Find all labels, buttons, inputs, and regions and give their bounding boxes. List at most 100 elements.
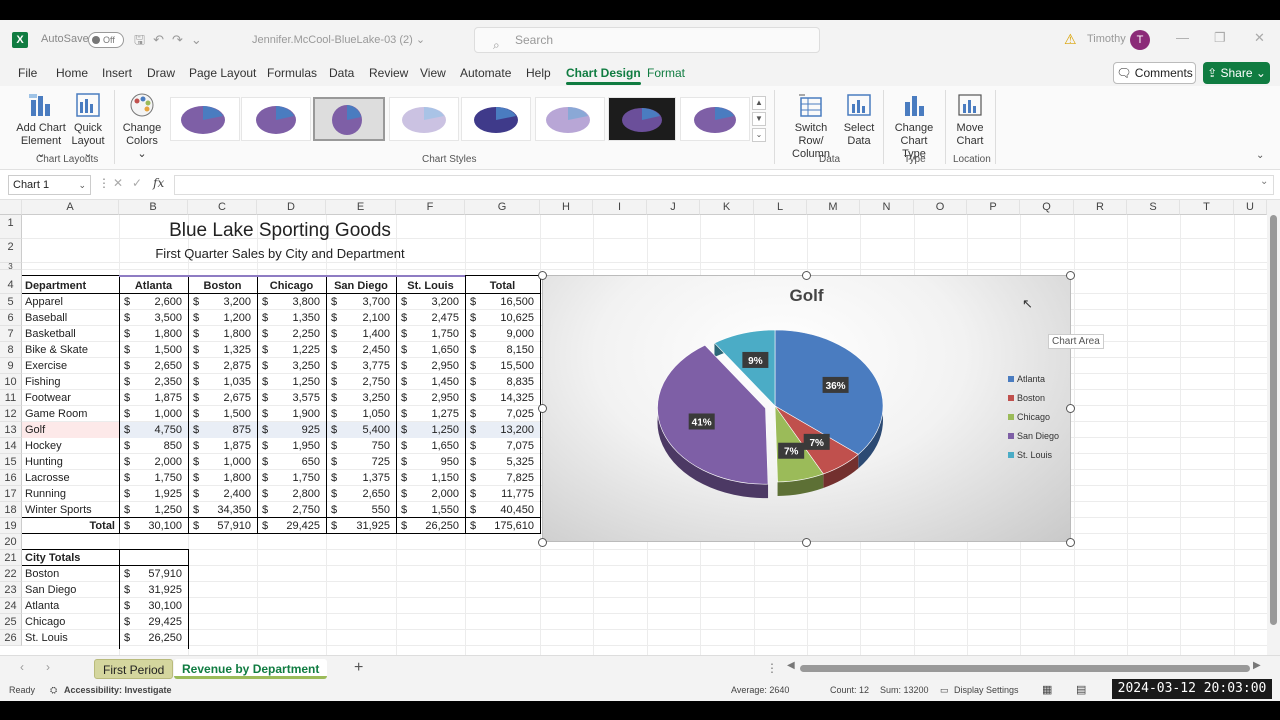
column-header[interactable]: L [754, 200, 807, 215]
status-count[interactable]: Count: 12 [830, 685, 869, 695]
table-cell[interactable]: 5,325 [479, 454, 538, 470]
change-chart-type-button[interactable]: Change Chart Type [888, 92, 940, 161]
table-row-label[interactable]: Footwear [25, 390, 119, 406]
resize-handle[interactable] [802, 538, 811, 547]
gallery-more-icon[interactable]: ⌄ [752, 128, 766, 142]
chart-style-4[interactable] [389, 97, 459, 141]
table-row-label[interactable]: Hunting [25, 454, 119, 470]
table-cell[interactable]: 1,000 [133, 406, 186, 422]
tab-format[interactable]: Format [647, 66, 685, 80]
row-header[interactable]: 10 [0, 374, 22, 390]
collapse-ribbon-icon[interactable]: ⌄ [1256, 150, 1264, 161]
row-header[interactable]: 5 [0, 294, 22, 310]
enter-icon[interactable]: ✓ [132, 176, 142, 190]
resize-handle[interactable] [802, 271, 811, 280]
avatar[interactable]: T [1130, 30, 1150, 50]
add-sheet-icon[interactable]: + [354, 659, 363, 677]
city-name-cell[interactable]: Chicago [25, 614, 119, 630]
city-total-cell[interactable]: 26,250 [133, 630, 186, 646]
column-heading-cell[interactable]: Total [466, 278, 539, 294]
table-cell[interactable]: 3,800 [271, 294, 324, 310]
total-label[interactable]: Total [25, 518, 119, 534]
gallery-scroll-up-icon[interactable]: ▲ [752, 96, 766, 110]
legend-item[interactable]: Atlanta [1008, 374, 1045, 384]
column-header[interactable]: T [1180, 200, 1234, 215]
table-row-label[interactable]: Winter Sports [25, 502, 119, 518]
tab-insert[interactable]: Insert [102, 66, 132, 80]
table-cell[interactable]: 750 [340, 438, 394, 454]
table-cell[interactable]: 3,250 [340, 390, 394, 406]
table-cell[interactable]: 8,835 [479, 374, 538, 390]
table-cell[interactable]: 3,575 [271, 390, 324, 406]
column-header[interactable]: K [700, 200, 754, 215]
resize-handle[interactable] [1066, 271, 1075, 280]
table-cell[interactable]: 2,600 [133, 294, 186, 310]
search-box[interactable]: ⌕ Search [474, 27, 820, 53]
table-cell[interactable]: 2,250 [271, 326, 324, 342]
table-cell[interactable]: 1,550 [410, 502, 463, 518]
column-header[interactable]: G [465, 200, 540, 215]
table-cell[interactable]: 2,000 [133, 454, 186, 470]
column-header[interactable]: F [396, 200, 465, 215]
table-cell[interactable]: 1,375 [340, 470, 394, 486]
table-cell[interactable]: 2,950 [410, 390, 463, 406]
row-header[interactable]: 2 [0, 239, 22, 263]
table-cell[interactable]: 2,750 [271, 502, 324, 518]
row-header[interactable]: 19 [0, 518, 22, 534]
table-row-label[interactable]: Apparel [25, 294, 119, 310]
column-header[interactable]: J [647, 200, 700, 215]
table-cell[interactable]: 1,325 [202, 342, 255, 358]
table-cell[interactable]: 1,750 [271, 470, 324, 486]
name-box[interactable]: Chart 1 ⌄ [8, 175, 91, 195]
close-icon[interactable]: ✕ [1254, 30, 1265, 46]
data-label[interactable]: 7% [784, 447, 799, 458]
table-row-label[interactable]: Exercise [25, 358, 119, 374]
data-label[interactable]: 36% [826, 381, 846, 392]
tab-page-layout[interactable]: Page Layout [189, 66, 256, 80]
table-cell[interactable]: 1,800 [133, 326, 186, 342]
table-cell[interactable]: 3,250 [271, 358, 324, 374]
table-cell[interactable]: 3,200 [410, 294, 463, 310]
table-cell[interactable]: 9,000 [479, 326, 538, 342]
table-cell[interactable]: 550 [340, 502, 394, 518]
row-header[interactable]: 24 [0, 598, 22, 614]
table-cell[interactable]: 2,950 [410, 358, 463, 374]
column-header[interactable]: R [1074, 200, 1127, 215]
city-total-cell[interactable]: 31,925 [133, 582, 186, 598]
table-cell[interactable]: 650 [271, 454, 324, 470]
column-header[interactable]: E [326, 200, 396, 215]
column-header[interactable]: C [188, 200, 257, 215]
column-header[interactable]: S [1127, 200, 1180, 215]
column-heading-cell[interactable]: St. Louis [397, 278, 464, 294]
table-cell[interactable]: 1,950 [271, 438, 324, 454]
scroll-left-icon[interactable]: ◀ [787, 660, 795, 671]
column-header[interactable]: H [540, 200, 593, 215]
table-cell[interactable]: 925 [271, 422, 324, 438]
tab-data[interactable]: Data [329, 66, 354, 80]
switch-row-column-button[interactable]: Switch Row/ Column [782, 92, 840, 161]
column-header[interactable]: N [860, 200, 914, 215]
column-header[interactable]: U [1234, 200, 1267, 215]
total-cell[interactable]: 29,425 [271, 518, 324, 534]
row-header[interactable]: 26 [0, 630, 22, 646]
table-cell[interactable]: 4,750 [133, 422, 186, 438]
tab-first-period[interactable]: First Period [94, 659, 174, 679]
vertical-scroll-thumb[interactable] [1270, 215, 1277, 625]
comments-button[interactable]: 🗨 Comments [1113, 62, 1196, 84]
total-cell[interactable]: 26,250 [410, 518, 463, 534]
formula-input[interactable] [174, 175, 1274, 195]
row-header[interactable]: 18 [0, 502, 22, 518]
table-cell[interactable]: 8,150 [479, 342, 538, 358]
column-header[interactable]: P [967, 200, 1020, 215]
row-header[interactable]: 15 [0, 454, 22, 470]
chart-style-6[interactable] [535, 97, 605, 141]
table-row-label[interactable]: Fishing [25, 374, 119, 390]
cancel-icon[interactable]: ✕ [113, 176, 123, 190]
table-cell[interactable]: 2,100 [340, 310, 394, 326]
city-total-cell[interactable]: 57,910 [133, 566, 186, 582]
table-cell[interactable]: 725 [340, 454, 394, 470]
table-cell[interactable]: 15,500 [479, 358, 538, 374]
row-header[interactable]: 11 [0, 390, 22, 406]
city-name-cell[interactable]: St. Louis [25, 630, 119, 646]
chart-style-7[interactable] [608, 97, 676, 141]
